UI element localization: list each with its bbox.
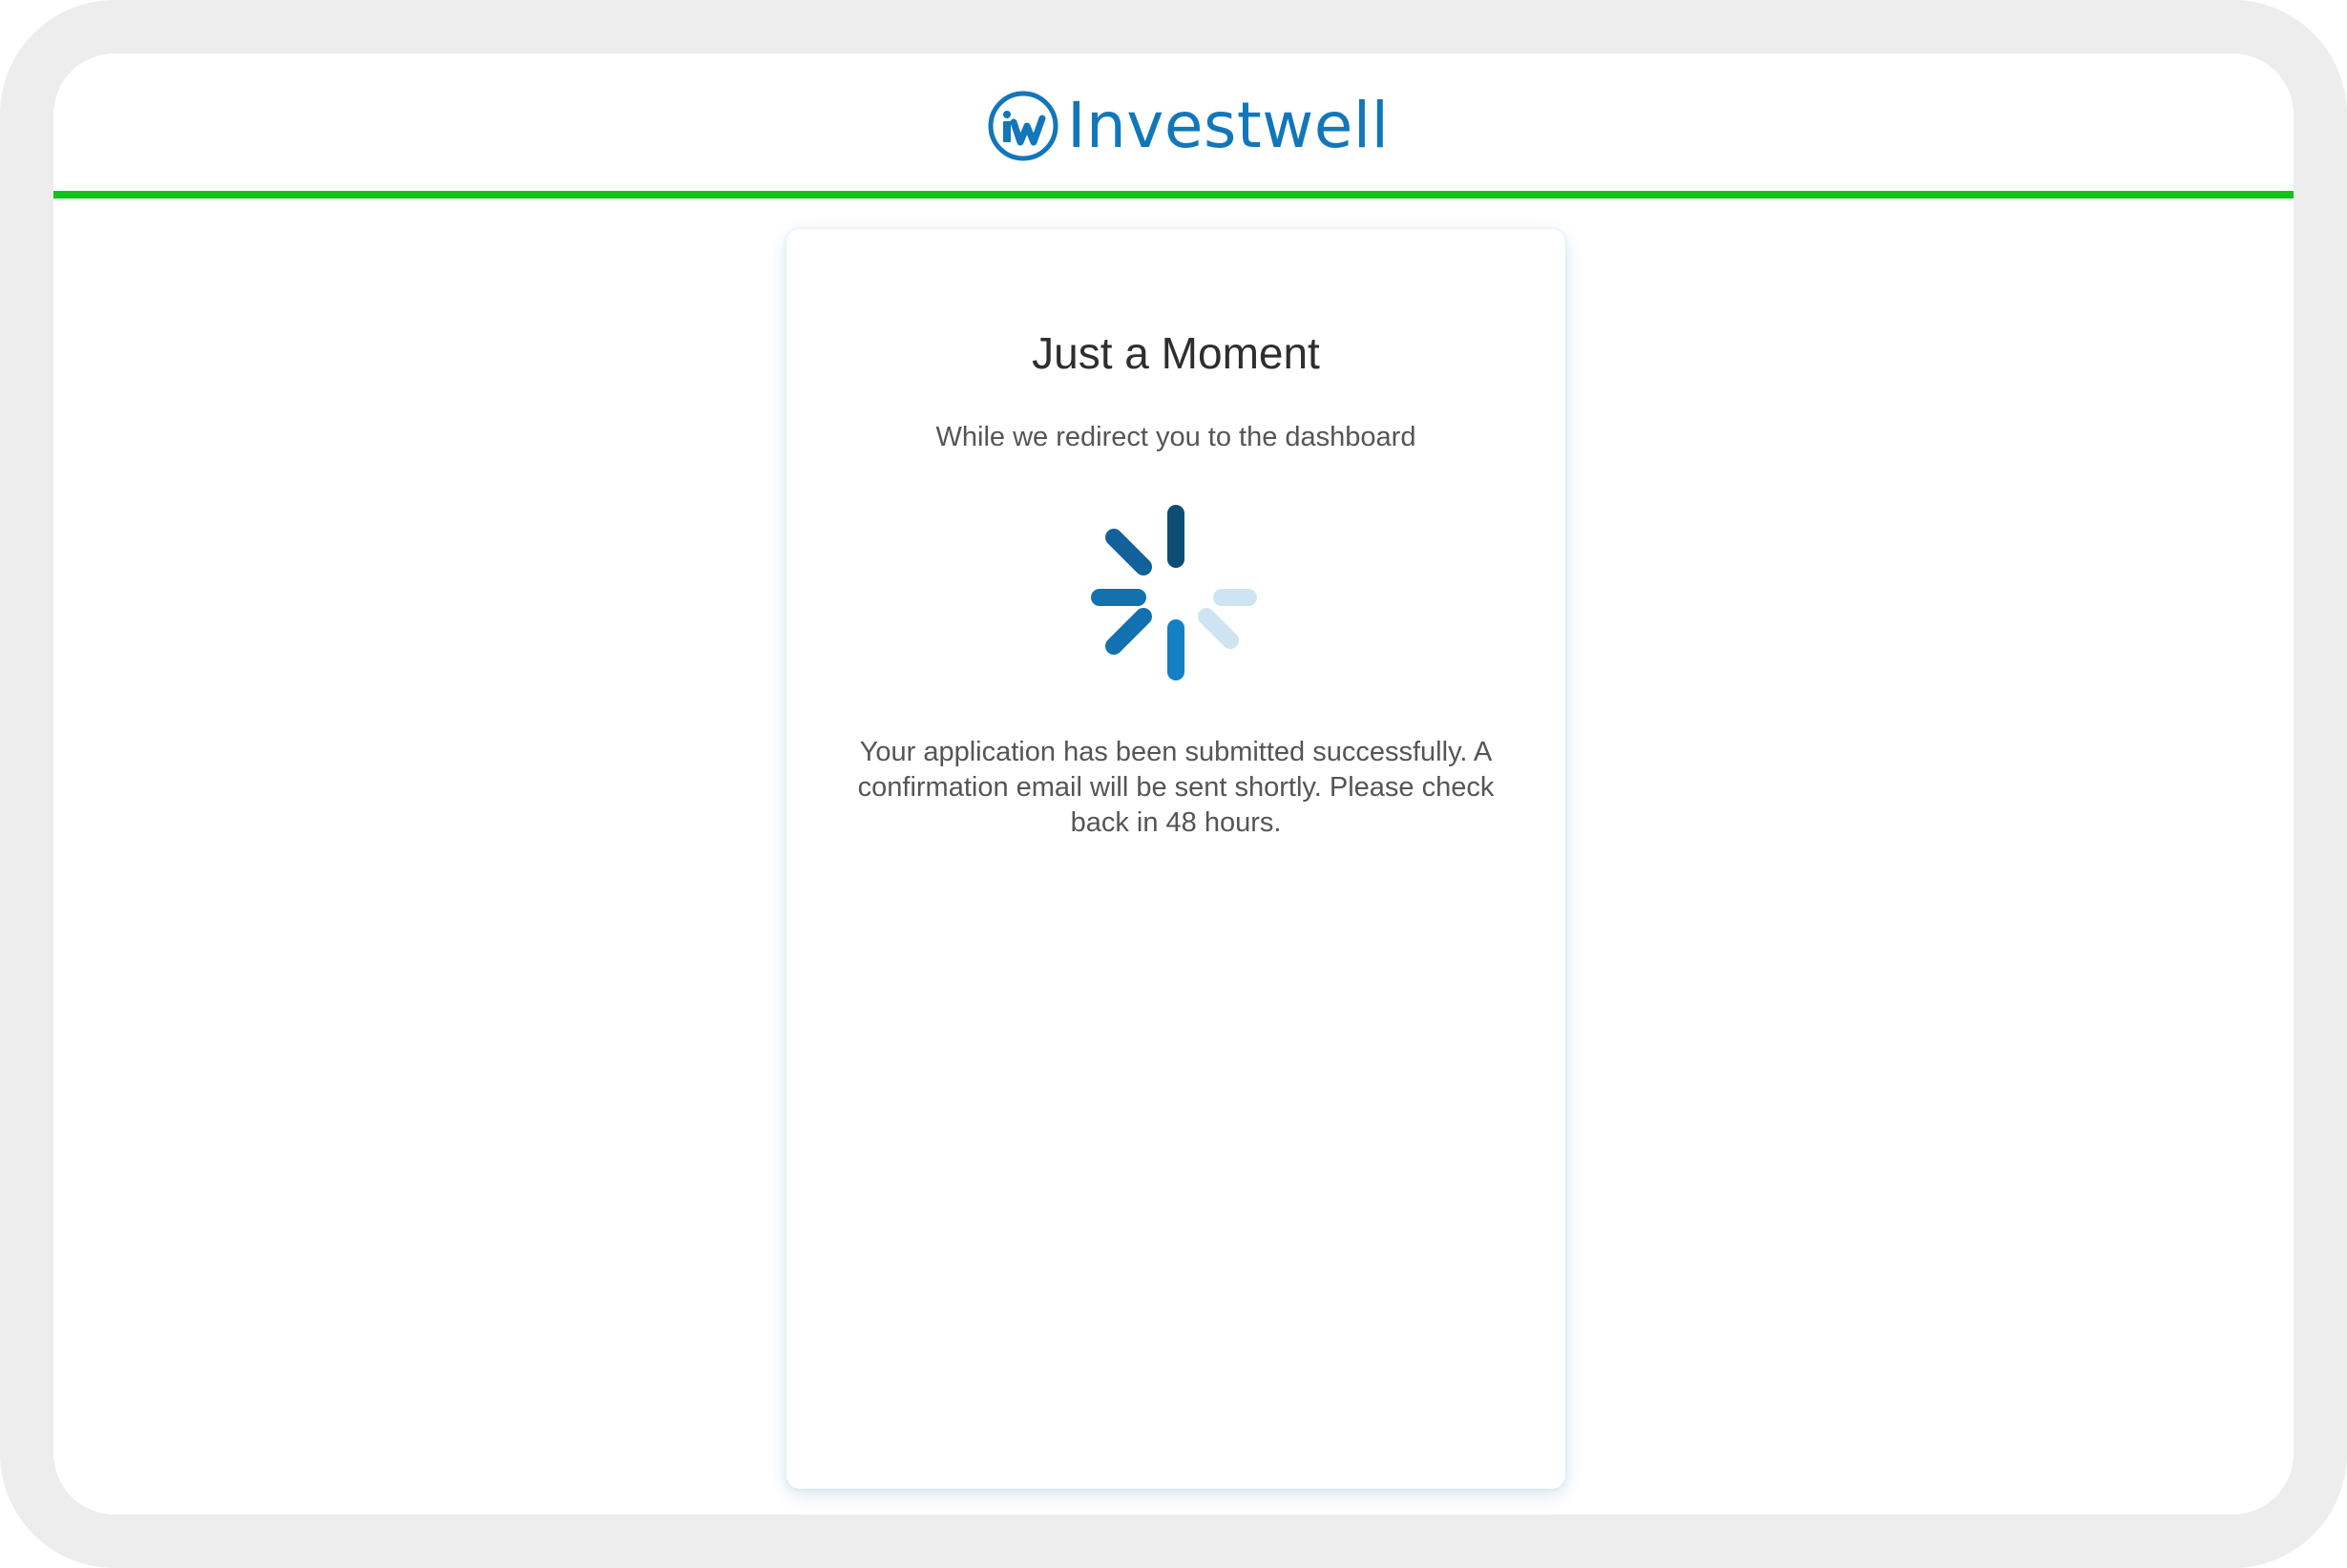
loading-spinner-icon xyxy=(1091,505,1257,680)
page-title: Just a Moment xyxy=(1032,328,1320,378)
investwell-logo-icon xyxy=(988,91,1058,161)
submission-confirmation-message: Your application has been submitted succ… xyxy=(857,737,1495,838)
investwell-logo[interactable]: Investwell xyxy=(987,90,1389,162)
redirect-subtitle: While we redirect you to the dashboard xyxy=(935,422,1416,452)
top-header: Investwell xyxy=(53,53,2294,191)
loading-card: Just a Moment While we redirect you to t… xyxy=(786,229,1565,1489)
header-accent-divider xyxy=(53,191,2294,199)
brand-name: Investwell xyxy=(1067,89,1390,162)
app-window: Investwell Just a Moment While we redire… xyxy=(53,53,2294,1515)
